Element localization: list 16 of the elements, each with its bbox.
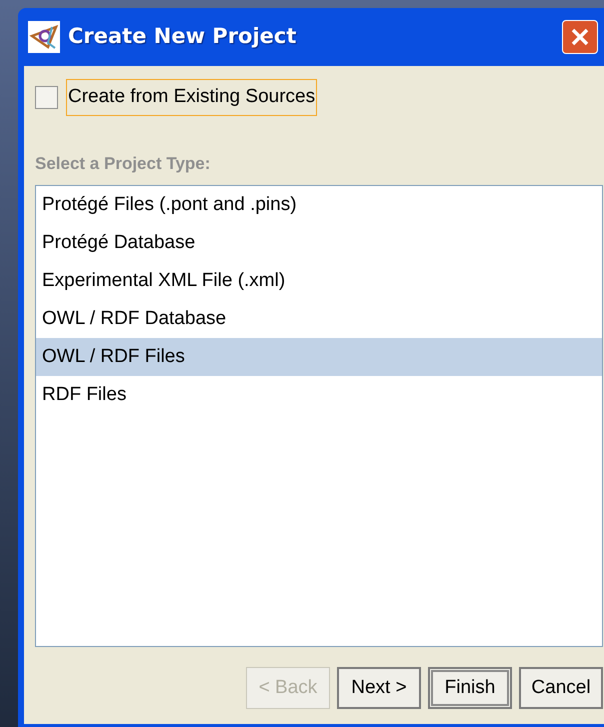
dialog-button[interactable]: Finish: [428, 667, 512, 709]
list-item[interactable]: Protégé Files (.pont and .pins): [36, 186, 602, 224]
close-icon: [570, 27, 590, 47]
list-item[interactable]: RDF Files: [36, 376, 602, 414]
dialog-button[interactable]: Next >: [337, 667, 421, 709]
window-title: Create New Project: [68, 23, 296, 50]
close-button[interactable]: [562, 20, 598, 54]
checkbox-label[interactable]: Create from Existing Sources: [66, 79, 318, 116]
list-item[interactable]: OWL / RDF Database: [36, 300, 602, 338]
list-item[interactable]: Experimental XML File (.xml): [36, 262, 602, 300]
section-label: Select a Project Type:: [35, 152, 212, 174]
list-item[interactable]: OWL / RDF Files: [36, 338, 602, 376]
dialog-button[interactable]: Cancel: [519, 667, 603, 709]
list-item[interactable]: Protégé Database: [36, 224, 602, 262]
checkbox[interactable]: [35, 86, 58, 109]
app-logo-icon: [28, 21, 60, 53]
